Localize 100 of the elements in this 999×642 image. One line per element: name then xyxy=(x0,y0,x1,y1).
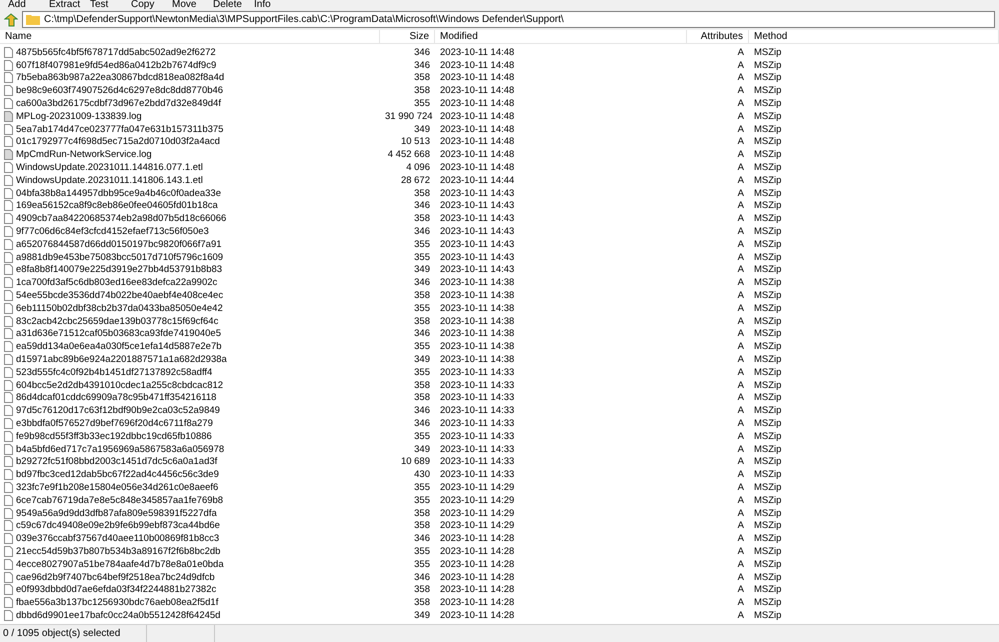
file-name[interactable]: 97d5c76120d17c63f12bdf90b9e2ca03c52a9849 xyxy=(16,405,220,416)
modified-date: 2023-10-11 14:38 xyxy=(439,328,516,340)
file-name[interactable]: b29272fc51f08bbd2003c1451d7dc5c6a0a1ad3f xyxy=(16,456,218,468)
file-icon xyxy=(4,290,13,302)
column-header[interactable]: Attributes xyxy=(687,30,749,43)
file-size: 346 xyxy=(413,226,431,238)
file-name[interactable]: a31d636e71512caf05b03683ca93fde7419040e5 xyxy=(16,328,221,340)
file-size: 31 990 724 xyxy=(384,110,434,122)
file-name[interactable]: e3bbdfa0f576527d9bef7696f20d4c6711f8a279 xyxy=(16,418,213,429)
file-name[interactable]: ea59dd134a0e6ea4a030f5ce1efa14d5887e2e7b xyxy=(16,341,222,352)
file-name[interactable]: 4875b565fc4bf5f678717dd5abc502ad9e2f6272 xyxy=(16,46,216,58)
file-name[interactable]: c59c67dc49408e09e2b9fe6b99ebf873ca44bd6e xyxy=(16,520,220,532)
file-name[interactable]: b4a5bfd6ed717c7a1956969a5867583a6a056978 xyxy=(16,444,224,455)
file-attributes: A xyxy=(736,238,745,250)
file-icon xyxy=(4,572,13,583)
file-name[interactable]: WindowsUpdate.20231011.144816.077.1.etl xyxy=(16,162,203,174)
file-name[interactable]: 54ee55bcde3536dd74b022be40aebf4e408ce4ec xyxy=(16,290,224,302)
file-name[interactable]: 4ecce8027907a51be784aafe4d7b78e8a01e0bda xyxy=(16,558,224,570)
toolbar-button[interactable]: Extract xyxy=(41,0,82,9)
file-name[interactable]: 169ea56152ca8f9c8eb86e0fee04605fd01b18ca xyxy=(16,200,218,212)
modified-date: 2023-10-11 14:48 xyxy=(439,124,516,135)
file-name[interactable]: 6eb11150b02dbf38cb2b37da0433ba85050e4e42 xyxy=(16,302,223,314)
toolbar-button[interactable]: Info xyxy=(246,0,287,9)
file-name[interactable]: MPLog-20231009-133839.log xyxy=(16,110,142,122)
modified-date: 2023-10-11 14:38 xyxy=(439,316,516,327)
modified-date: 2023-10-11 14:38 xyxy=(439,302,516,314)
column-header[interactable]: Name xyxy=(0,30,380,43)
compression-method: MSZip xyxy=(753,341,782,352)
file-attributes: A xyxy=(736,354,745,366)
toolbar-button[interactable]: Test xyxy=(82,0,123,9)
file-icon xyxy=(4,200,13,212)
up-folder-icon[interactable] xyxy=(4,12,18,26)
compression-method: MSZip xyxy=(753,597,782,608)
file-name[interactable]: 9f77c06d6c84ef3cfcd4152efaef713c56f050e3 xyxy=(16,226,209,238)
file-icon xyxy=(4,149,13,160)
compression-method: MSZip xyxy=(753,482,782,493)
file-name[interactable]: 607f18f407981e9fd54ed86a0412b2b7674df9c9 xyxy=(16,60,216,71)
file-name[interactable]: be98c9e603f74907526d4c6297e8dc8dd8770b46 xyxy=(16,85,224,96)
file-attributes: A xyxy=(736,98,745,110)
compression-method: MSZip xyxy=(753,252,782,263)
file-icon xyxy=(4,418,13,429)
file-name[interactable]: a652076844587d66dd0150197bc9820f066f7a91 xyxy=(16,238,222,250)
column-header[interactable]: Modified xyxy=(435,30,687,43)
file-size: 355 xyxy=(413,430,431,442)
file-name[interactable]: MpCmdRun-NetworkService.log xyxy=(16,149,152,160)
file-name[interactable]: 039e376ccabf37567d40aee110b00869f81b8cc3 xyxy=(16,533,220,544)
file-name[interactable]: d15971abc89b6e924a2201887571a1a682d2938a xyxy=(16,354,227,366)
file-name[interactable]: 604bcc5e2d2db4391010cdec1a255c8cbdcac812 xyxy=(16,380,224,391)
file-attributes: A xyxy=(736,226,745,238)
compression-method: MSZip xyxy=(753,213,782,224)
file-icon xyxy=(4,124,13,135)
compression-method: MSZip xyxy=(753,380,782,391)
address-field[interactable]: C:\tmp\DefenderSupport\NewtonMedia\3\MPSupportFiles.cab\C:\ProgramData\Microsoft\Windows Defender\Support\ xyxy=(22,11,995,28)
file-icon xyxy=(4,110,13,122)
file-name[interactable]: dbbd6d9901ee17bafc0cc24a0b5512428f64245d xyxy=(16,610,220,621)
compression-method: MSZip xyxy=(753,60,782,71)
file-name[interactable]: 01c1792977c4f698d5ec715a2d0710d03f2a4acd xyxy=(16,136,220,148)
file-size: 349 xyxy=(413,354,431,366)
file-icon xyxy=(4,558,13,570)
file-name[interactable]: cae96d2b9f7407bc64bef9f2518ea7bc24d9dfcb xyxy=(16,572,215,583)
toolbar-button[interactable]: Move xyxy=(164,0,205,9)
file-name[interactable]: fe9b98cd55f3ff3b33ec192dbbc19cd65fb10886 xyxy=(16,430,212,442)
file-name[interactable]: 323fc7e9f1b208e15804e056e34d261c0e8aeef6 xyxy=(16,482,218,493)
file-name[interactable]: 6ce7cab76719da7e8e5c848e345857aa1fe769b8 xyxy=(16,494,224,506)
file-name[interactable]: 7b5eba863b987a22ea30867bdcd818ea082f8a4d xyxy=(16,72,224,84)
file-name[interactable]: 9549a56a9d9dd3dfb87afa809e598391f5227dfa xyxy=(16,508,217,519)
file-icon xyxy=(4,546,13,557)
file-name[interactable]: 1ca700fd3af5c6db803ed16ee83defca22a9902c xyxy=(16,277,218,288)
compression-method: MSZip xyxy=(753,200,782,212)
file-name[interactable]: 4909cb7aa84220685374eb2a98d07b5d18c66066 xyxy=(16,213,226,224)
file-name[interactable]: a9881db9e453be75083bcc5017d710f5796c1609 xyxy=(16,252,224,263)
toolbar-button[interactable]: Delete xyxy=(205,0,246,9)
file-name[interactable]: bd97fbc3ced12dab5bc67f22ad4c4456c56c3de9 xyxy=(16,469,219,480)
modified-date: 2023-10-11 14:48 xyxy=(439,149,516,160)
file-name[interactable]: ca600a3bd26175cdbf73d967e2bdd7d32e849d4f xyxy=(16,98,221,110)
toolbar-button[interactable]: Add xyxy=(0,0,41,9)
toolbar-button[interactable]: Copy xyxy=(123,0,164,9)
file-size: 358 xyxy=(413,290,431,302)
file-name[interactable]: e0f993dbbd0d7ae6efda03f34f2244881b27382c xyxy=(16,584,216,596)
file-name[interactable]: 86d4dcaf01cddc69909a78c95b471ff354216118 xyxy=(16,392,216,404)
compression-method: MSZip xyxy=(753,469,782,480)
modified-date: 2023-10-11 14:28 xyxy=(439,584,516,596)
file-name[interactable]: 5ea7ab174d47ce023777fa047e631b157311b375 xyxy=(16,124,224,135)
column-header[interactable]: Size xyxy=(380,30,435,43)
file-size: 28 672 xyxy=(400,174,431,186)
column-header[interactable]: Method xyxy=(749,30,999,43)
compression-method: MSZip xyxy=(753,405,782,416)
file-size: 355 xyxy=(413,494,431,506)
file-name[interactable]: fbae556a3b137bc1256930bdc76aeb08ea2f5d1f xyxy=(16,597,218,608)
file-name[interactable]: 523d555fc4c0f92b4b1451df27137892c58adff4 xyxy=(16,366,212,378)
file-size: 355 xyxy=(413,341,431,352)
compression-method: MSZip xyxy=(753,546,782,557)
compression-method: MSZip xyxy=(753,494,782,506)
file-name[interactable]: 21ecc54d59b37b807b534b3a89167f2f6b8bc2db xyxy=(16,546,220,557)
file-name[interactable]: WindowsUpdate.20231011.141806.143.1.etl xyxy=(16,174,203,186)
file-name[interactable]: 83c2acb42cbc25659dae139b03778c15f69cf64c xyxy=(16,316,218,327)
file-name[interactable]: 04bfa38b8a144957dbb95ce9a4b46c0f0adea33e xyxy=(16,188,221,199)
file-name[interactable]: e8fa8b8f140079e225d3919e27bb4d53791b8b83 xyxy=(16,264,222,276)
file-size: 346 xyxy=(413,328,431,340)
compression-method: MSZip xyxy=(753,572,782,583)
